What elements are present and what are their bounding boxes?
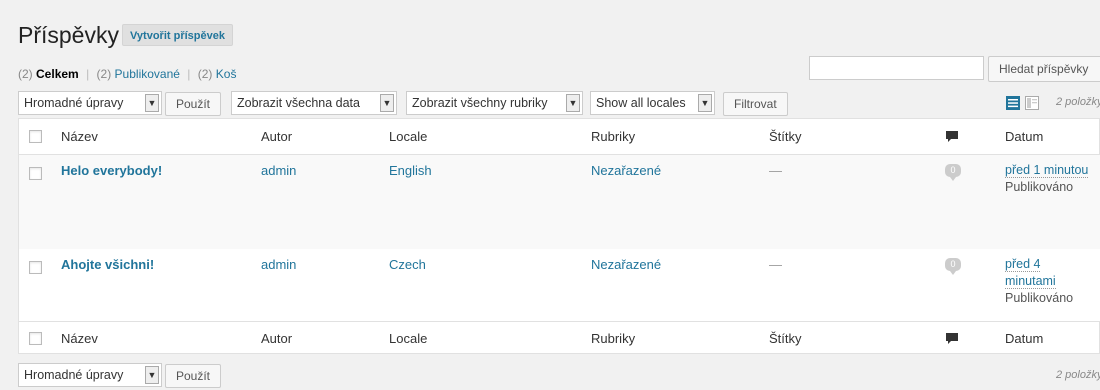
column-title[interactable]: Název [61,129,98,144]
dates-filter-value: Zobrazit všechna data [237,96,360,110]
search-button[interactable]: Hledat příspěvky [988,56,1100,82]
filter-all-count: (2) [18,67,33,81]
post-date: před 1 minutou Publikováno [1005,162,1089,196]
bulk-actions-value: Hromadné úpravy [24,96,124,110]
filter-published-link[interactable]: Publikované [115,67,180,81]
page-title: Příspěvky [18,22,119,48]
separator: | [86,67,90,81]
post-author-link[interactable]: admin [261,163,296,178]
excerpt-view-icon[interactable] [1025,96,1039,110]
column-categories: Rubriky [591,129,636,144]
select-all-checkbox[interactable] [29,332,42,345]
posts-table: Název Autor Locale Rubriky Štítky Datum … [18,118,1100,354]
post-author-link[interactable]: admin [261,257,296,272]
filter-button[interactable]: Filtrovat [723,92,788,116]
column-date[interactable]: Datum [1005,129,1043,144]
column-locale: Locale [389,331,428,346]
filter-all-link[interactable]: Celkem [36,67,79,81]
column-date[interactable]: Datum [1005,331,1043,346]
post-tags: — [769,163,782,178]
search-input[interactable] [809,56,984,80]
bulk-apply-button-bottom[interactable]: Použít [165,364,222,388]
post-date-ago: před 1 minutou [1005,163,1089,178]
items-count: 2 položky [1056,369,1100,381]
post-status-filters: (2) Celkem | (2) Publikované | (2) Koš [18,67,236,81]
post-title-link[interactable]: Ahojte všichni! [61,257,154,272]
list-view-icon[interactable] [1006,96,1020,110]
bulk-actions-select-bottom[interactable]: Hromadné úpravy ▼ [18,363,162,387]
chevron-down-icon: ▼ [380,94,394,112]
column-author: Autor [261,331,293,346]
chevron-down-icon: ▼ [698,94,712,112]
comment-icon[interactable] [945,130,959,144]
post-date-ago: před 4 [1005,257,1041,272]
column-author: Autor [261,129,293,144]
table-row: Helo everybody! admin English Nezařazené… [19,155,1100,249]
filter-trash-link[interactable]: Koš [216,67,237,81]
post-category-link[interactable]: Nezařazené [591,257,661,272]
table-footer-row: Název Autor Locale Rubriky Štítky Datum [19,321,1100,355]
post-locale-link[interactable]: English [389,163,432,178]
post-date-ago: minutami [1005,274,1056,289]
bulk-actions-select[interactable]: Hromadné úpravy ▼ [18,91,162,115]
bulk-apply-button[interactable]: Použít [165,92,222,116]
filter-trash-count: (2) [197,67,213,81]
locale-filter-value: Show all locales [596,96,686,110]
dates-filter-select[interactable]: Zobrazit všechna data ▼ [231,91,397,115]
chevron-down-icon: ▼ [566,94,580,112]
column-tags: Štítky [769,129,802,144]
column-categories: Rubriky [591,331,636,346]
bulk-actions-value: Hromadné úpravy [24,368,124,382]
select-all-checkbox[interactable] [29,130,42,143]
category-filter-select[interactable]: Zobrazit všechny rubriky ▼ [406,91,583,115]
filter-published-count: (2) [96,67,112,81]
post-date: před 4 minutami Publikováno [1005,256,1073,307]
chevron-down-icon: ▼ [145,366,159,384]
comment-count-icon[interactable]: 0 [945,258,961,275]
items-count: 2 položky [1056,96,1100,108]
row-checkbox[interactable] [29,261,42,274]
separator: | [187,67,191,81]
column-title[interactable]: Název [61,331,98,346]
post-status: Publikováno [1005,180,1074,194]
column-tags: Štítky [769,331,802,346]
post-title-link[interactable]: Helo everybody! [61,163,162,178]
post-tags: — [769,257,782,272]
locale-filter-select[interactable]: Show all locales ▼ [590,91,715,115]
column-locale: Locale [389,129,428,144]
table-header-row: Název Autor Locale Rubriky Štítky Datum [19,119,1100,155]
table-row: Ahojte všichni! admin Czech Nezařazené —… [19,249,1100,321]
add-new-post-button[interactable]: Vytvořit příspěvek [122,24,233,46]
comment-count-icon[interactable]: 0 [945,164,961,181]
post-category-link[interactable]: Nezařazené [591,163,661,178]
post-locale-link[interactable]: Czech [389,257,426,272]
comment-icon[interactable] [945,332,959,346]
row-checkbox[interactable] [29,167,42,180]
category-filter-value: Zobrazit všechny rubriky [412,96,548,110]
chevron-down-icon: ▼ [145,94,159,112]
post-status: Publikováno [1005,291,1074,305]
